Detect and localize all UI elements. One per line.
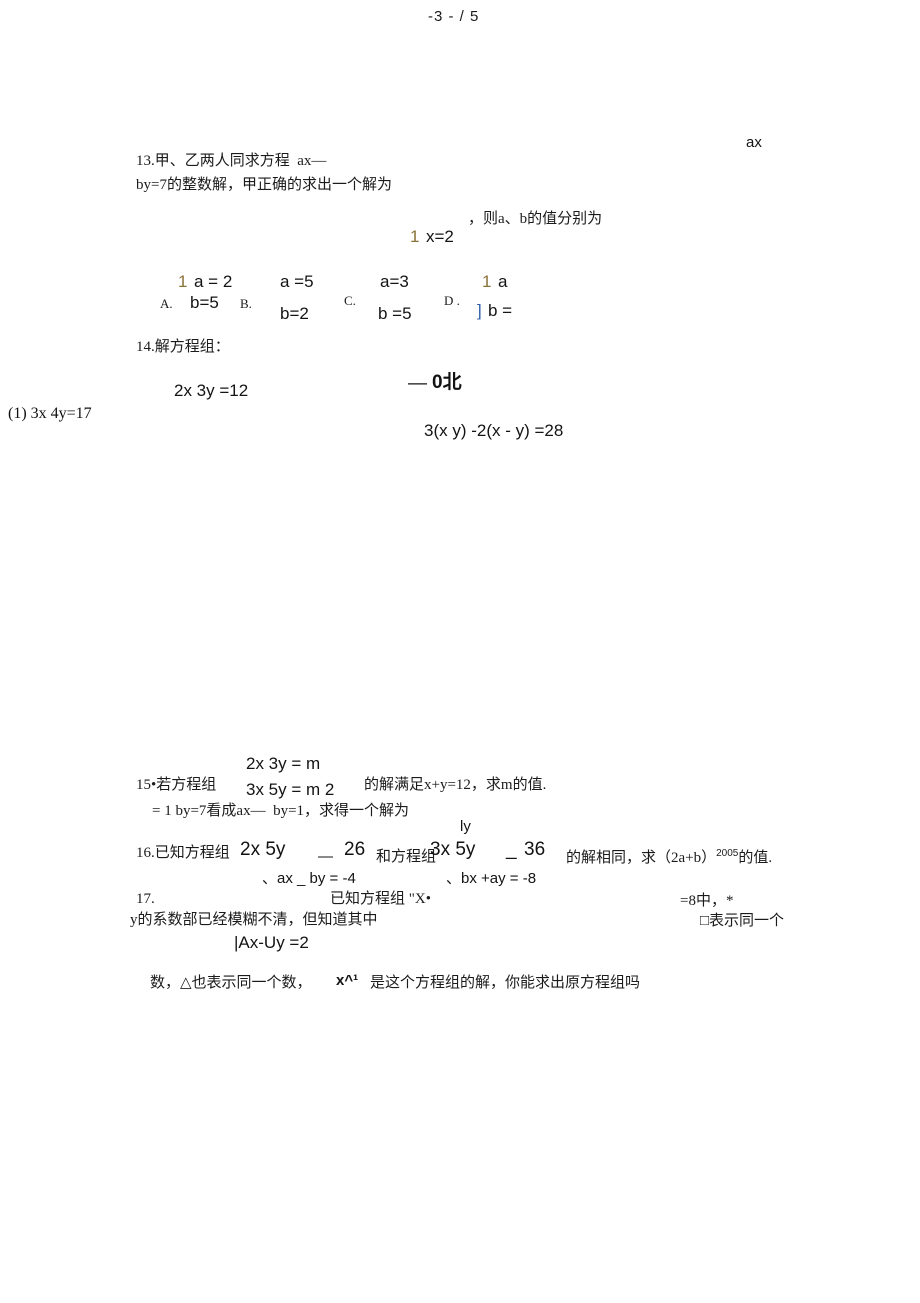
q15-eq-top: 2x 3y = m — [246, 754, 321, 773]
q13-option-c-bottom: b =5 — [378, 304, 412, 323]
q13-option-d-brace: 1 — [482, 271, 491, 292]
q13-option-c-letter[interactable]: C. — [344, 293, 356, 309]
q14-number: 14. — [136, 339, 155, 355]
q13-option-b-letter[interactable]: B. — [240, 296, 252, 312]
q16-tail-text: 的解相同，求（2a+b） — [566, 850, 717, 866]
q14-eq-right-value: 0北 — [432, 372, 462, 393]
q13-option-c-top: a=3 — [380, 272, 409, 291]
q13-option-a-brace: 1 — [178, 271, 187, 292]
q15-stray-line: = 1 by=7看成ax— by=1，求得一个解为 — [152, 803, 410, 819]
q13-option-b-top: a =5 — [280, 272, 314, 291]
q16-sys1-bottom: 、ax _ by = -4 — [262, 870, 356, 887]
q16-prompt-line: 16.已知方程组 — [136, 844, 230, 863]
q16-sys2-bottom: 、bx +ay = -8 — [446, 870, 537, 887]
q16-tail-end: 的值. — [738, 850, 773, 866]
q15-prompt: 若方程组 — [156, 777, 217, 793]
q16-number: 16. — [136, 845, 155, 861]
document-page: -3 - / 5 ax 13.甲、乙两人同求方程 ax— by=7的整数解，甲正… — [0, 0, 920, 1303]
q16-prompt: 已知方程组 — [154, 845, 230, 861]
q15-number: 15• — [136, 777, 157, 793]
q15-prompt-line: 15•若方程组 — [136, 776, 216, 795]
q13-line-1-text: 甲、乙两人同求方程 ax— — [154, 153, 327, 169]
q13-line-1: 13.甲、乙两人同求方程 ax— — [136, 152, 326, 171]
q17-line-3-c: 是这个方程组的解，你能求出原方程组吗 — [370, 975, 641, 991]
q13-option-d-brace-bottom: ] — [477, 300, 482, 321]
q13-number: 13. — [136, 153, 155, 169]
q13-line-2: by=7的整数解，甲正确的求出一个解为 — [136, 177, 392, 193]
q13-option-d-top: a — [498, 272, 508, 291]
q17-equation: |Ax-Uy =2 — [234, 933, 309, 952]
q16-sys1-dash: — — [318, 848, 333, 865]
page-number: -3 - / 5 — [428, 8, 480, 25]
q14-prompt-line: 14.解方程组： — [136, 338, 230, 357]
q16-middle: 和方程组 — [376, 849, 437, 865]
q16-sys2-top: 3x 5y — [430, 839, 476, 860]
q13-option-b-bottom: b=2 — [280, 304, 309, 323]
q14-eq-left-label: (1) 3x 4y=17 — [8, 405, 92, 422]
q13-solution-x: x=2 — [426, 227, 454, 246]
q17-line-1-right: =8中，* — [680, 893, 734, 909]
q16-stray-ly: ly — [460, 818, 471, 835]
q13-option-d-brace-glyph: 1 — [482, 272, 492, 291]
q13-stray-ax: ax — [746, 134, 762, 151]
q13-option-d-bottom: b = — [488, 301, 513, 320]
q14-eq-right-bottom: 3(x y) -2(x - y) =28 — [424, 421, 564, 440]
q15-tail: 的解满足x+y=12，求m的值. — [364, 777, 547, 793]
q13-solution-brace: 1 — [410, 226, 419, 247]
q16-sys1-top: 2x 5y — [240, 839, 286, 860]
q14-eq-left-top: 2x 3y =12 — [174, 381, 249, 400]
q17-line-1-mid: 已知方程组 "X• — [330, 891, 431, 907]
q16-sys2-underscore: _ — [506, 839, 517, 860]
q14-eq-right-dash: — — [408, 373, 427, 394]
q16-tail-exponent: 2005 — [716, 848, 739, 859]
q13-option-d-letter[interactable]: D . — [444, 293, 460, 309]
q17-line-3-solution: x^¹ — [336, 972, 359, 989]
q13-tail: ，则a、b的值分别为 — [468, 211, 603, 227]
q16-sys2-value: 36 — [524, 839, 546, 860]
q14-prompt: 解方程组： — [154, 339, 230, 355]
q16-sys1-value: 26 — [344, 839, 366, 860]
q16-tail: 的解相同，求（2a+b）2005的值. — [566, 848, 772, 868]
q13-option-a-brace-glyph: 1 — [178, 272, 188, 291]
q15-eq-bottom: 3x 5y = m 2 — [246, 780, 335, 799]
q13-option-d-brace-bottom-glyph: ] — [477, 301, 482, 320]
q13-option-a-letter[interactable]: A. — [160, 296, 173, 312]
q17-number: 17. — [136, 891, 155, 907]
q13-option-a-bottom: b=5 — [190, 293, 219, 312]
q13-option-a-top: a = 2 — [194, 272, 233, 291]
q17-line-3-a: 数，△也表示同一个数， — [150, 975, 312, 991]
q17-line-2-right: □表示同一个 — [700, 913, 785, 929]
q17-line-2: y的系数部已经模糊不清，但知道其中 — [130, 912, 378, 928]
q13-solution-brace-glyph: 1 — [410, 227, 420, 246]
